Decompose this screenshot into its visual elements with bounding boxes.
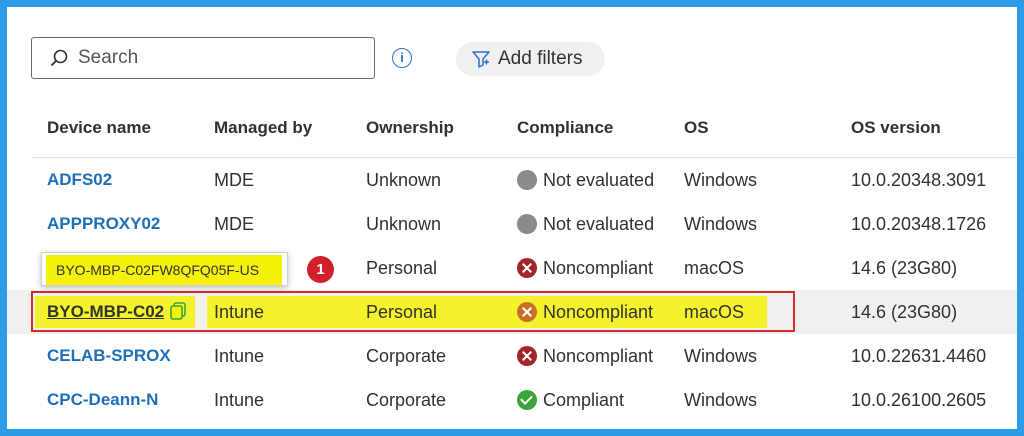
os-cell: Windows [684,214,758,234]
os-version-cell: 10.0.22631.4460 [851,346,987,366]
table-row[interactable]: CELAB-SPROX Intune Corporate Noncomplian… [7,334,1017,378]
ownership-cell: Personal [366,258,438,278]
compliance-cell: Not evaluated [517,158,654,202]
compliance-text: Noncompliant [543,346,654,366]
compliance-cell: Noncompliant [517,334,653,378]
device-name-link[interactable]: CPC-Deann-N [47,378,158,422]
column-header-os-version[interactable]: OS version [851,118,941,138]
table-row[interactable]: APPPROXY02 MDE Unknown Not evaluated Win… [7,202,1017,246]
compliance-cell: Not evaluated [517,202,654,246]
os-version-cell: 10.0.20348.3091 [851,170,987,190]
os-cell: Windows [684,390,758,410]
compliance-text: Noncompliant [543,258,654,278]
search-input[interactable]: Search [78,47,138,69]
callout-number-badge: 1 [307,256,334,283]
add-filters-label: Add filters [498,48,583,69]
compliance-text: Compliant [543,390,625,410]
compliance-cell: Compliant [517,378,624,422]
os-cell: macOS [684,258,745,278]
os-cell: Windows [684,170,758,190]
os-version-cell: 14.6 (23G80) [851,302,958,322]
annotation-red-box [31,291,795,332]
os-cell: Windows [684,346,758,366]
column-header-managed-by[interactable]: Managed by [214,118,312,138]
ownership-cell: Corporate [366,346,447,366]
managed-by-cell: MDE [214,170,254,190]
column-header-compliance[interactable]: Compliance [517,118,613,138]
device-name-tooltip: BYO-MBP-C02FW8QFQ05F-US [41,252,288,286]
tooltip-text: BYO-MBP-C02FW8QFQ05F-US [56,262,260,278]
ownership-cell: Unknown [366,214,442,234]
column-header-ownership[interactable]: Ownership [366,118,454,138]
table-row[interactable]: CPC-Deann-N Intune Corporate Compliant W… [7,378,1017,422]
table-row[interactable]: ADFS02 MDE Unknown Not evaluated Windows… [7,158,1017,202]
device-list-panel: Search i Add filters Device name Managed… [7,7,1017,429]
compliance-text: Not evaluated [543,170,655,190]
filter-icon [472,51,490,68]
os-version-cell: 10.0.26100.2605 [851,390,987,410]
ownership-cell: Corporate [366,390,447,410]
compliance-text: Not evaluated [543,214,655,234]
managed-by-cell: Intune [214,390,265,410]
noncompliant-icon [517,258,537,278]
search-icon [50,49,68,67]
device-name-link[interactable]: ADFS02 [47,158,112,202]
column-header-device-name[interactable]: Device name [47,118,151,138]
device-name-link[interactable]: APPPROXY02 [47,202,160,246]
add-filters-button[interactable]: Add filters [456,42,605,76]
not-evaluated-icon [517,214,537,234]
managed-by-cell: Intune [214,346,265,366]
ownership-cell: Unknown [366,170,442,190]
compliant-check-icon [517,390,537,410]
info-icon[interactable]: i [392,48,412,68]
compliance-cell: Noncompliant [517,246,653,290]
search-box[interactable]: Search [31,37,375,79]
os-version-cell: 14.6 (23G80) [851,258,958,278]
noncompliant-icon [517,346,537,366]
device-name-link[interactable]: CELAB-SPROX [47,334,171,378]
managed-by-cell: MDE [214,214,254,234]
os-version-cell: 10.0.20348.1726 [851,214,987,234]
column-header-os[interactable]: OS [684,118,709,138]
not-evaluated-icon [517,170,537,190]
